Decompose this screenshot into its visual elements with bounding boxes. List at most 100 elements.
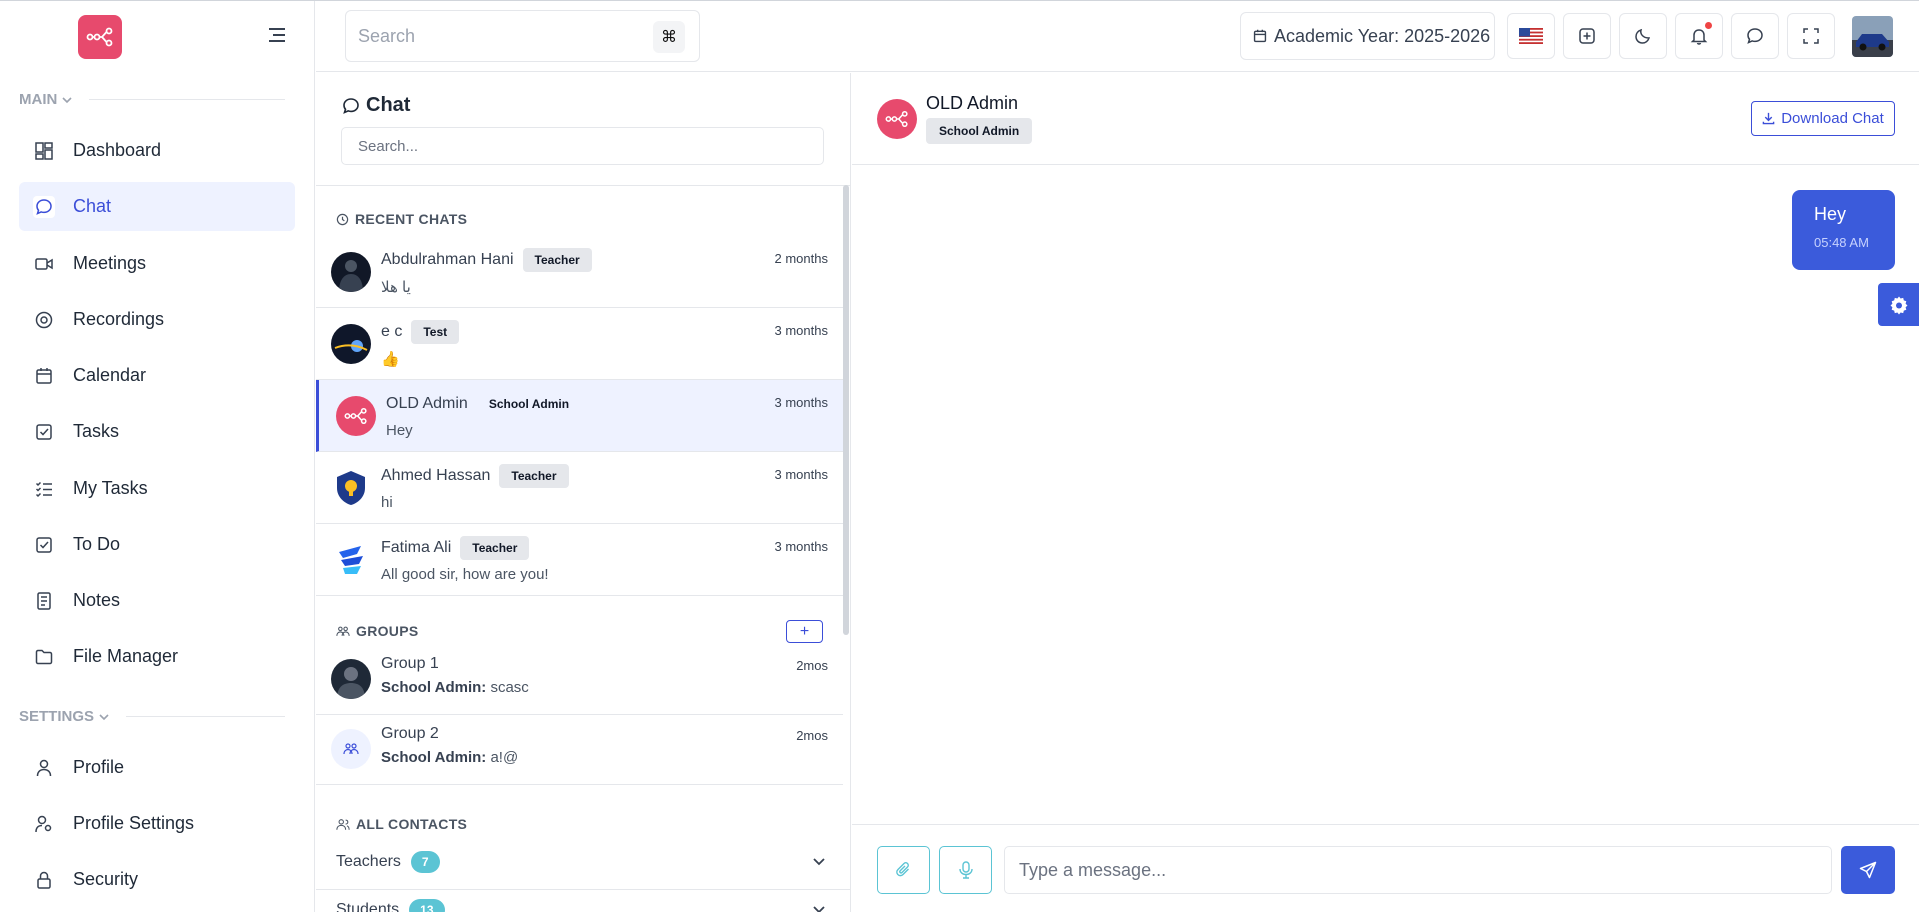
contact-group-students[interactable]: Students 13 xyxy=(336,899,826,912)
conversation-panel: OLD Admin School Admin Download Chat Hey… xyxy=(852,73,1919,912)
video-icon xyxy=(33,253,55,275)
settings-gear-button[interactable] xyxy=(1878,283,1919,326)
role-badge: School Admin xyxy=(488,397,570,411)
us-flag-icon xyxy=(1519,28,1543,44)
top-bar: Search ⌘ Academic Year: 2025-2026 xyxy=(316,1,1919,72)
avatar xyxy=(331,659,371,699)
sidebar-item-dashboard[interactable]: Dashboard xyxy=(19,126,295,175)
fullscreen-button[interactable] xyxy=(1787,13,1835,59)
message-bubble: Hey 05:48 AM xyxy=(1792,190,1895,270)
last-message: يا هلا xyxy=(381,279,411,296)
chat-row[interactable]: Ahmed Hassan Teacher hi 3 months xyxy=(316,452,843,524)
sidebar-item-label: Tasks xyxy=(73,421,120,441)
sidebar-item-profile-settings[interactable]: Profile Settings xyxy=(19,799,295,848)
message-time: 3 months xyxy=(774,323,828,338)
section-settings[interactable]: SETTINGS xyxy=(19,708,285,725)
download-chat-button[interactable]: Download Chat xyxy=(1751,101,1895,136)
bell-icon xyxy=(1690,29,1708,45)
chat-search-input[interactable]: Search... xyxy=(341,127,824,165)
last-message: School Admin: scasc xyxy=(381,679,529,696)
user-settings-icon xyxy=(33,813,55,835)
send-icon xyxy=(1859,861,1877,879)
last-message: School Admin: a!@ xyxy=(381,749,518,766)
messages-button[interactable] xyxy=(1731,13,1779,59)
add-group-button[interactable]: + xyxy=(786,620,823,643)
attach-button[interactable] xyxy=(877,846,930,894)
chat-list-scrollbar[interactable] xyxy=(843,185,849,635)
avatar xyxy=(336,396,376,436)
sidebar-item-chat[interactable]: Chat xyxy=(19,182,295,231)
notification-dot xyxy=(1705,22,1712,29)
conversation-header: OLD Admin School Admin Download Chat xyxy=(852,73,1919,165)
chat-row[interactable]: Fatima Ali Teacher All good sir, how are … xyxy=(316,524,843,596)
language-button[interactable] xyxy=(1507,13,1555,59)
sidebar-item-security[interactable]: Security xyxy=(19,855,295,904)
command-shortcut-icon: ⌘ xyxy=(653,21,685,53)
chat-icon xyxy=(1747,28,1763,44)
sidebar-item-my-tasks[interactable]: My Tasks xyxy=(19,464,295,513)
role-badge: Teacher xyxy=(522,248,592,272)
chevron-down-icon xyxy=(62,96,72,103)
academic-year-button[interactable]: Academic Year: 2025-2026 xyxy=(1240,12,1495,60)
group-row[interactable]: Group 1 School Admin: scasc 2mos xyxy=(316,645,843,715)
global-search-input[interactable]: Search ⌘ xyxy=(345,10,700,62)
notes-icon xyxy=(33,590,55,612)
menu-toggle-icon[interactable] xyxy=(268,27,286,43)
message-time: 3 months xyxy=(774,539,828,554)
section-main[interactable]: MAIN xyxy=(19,91,285,108)
sidebar-item-file-manager[interactable]: File Manager xyxy=(19,632,295,681)
groups-label: GROUPS xyxy=(356,623,419,639)
message-text: Hey xyxy=(1814,204,1847,224)
search-placeholder: Search xyxy=(358,25,416,46)
sidebar-item-meetings[interactable]: Meetings xyxy=(19,239,295,288)
avatar xyxy=(331,324,371,364)
user-icon xyxy=(33,757,55,779)
notifications-button[interactable] xyxy=(1675,13,1723,59)
fullscreen-icon xyxy=(1803,28,1819,44)
sidebar-item-todo[interactable]: To Do xyxy=(19,520,295,569)
sidebar-item-tasks[interactable]: Tasks xyxy=(19,407,295,456)
conversation-name: OLD Admin xyxy=(926,93,1019,113)
chat-icon xyxy=(343,97,359,114)
message-input[interactable]: Type a message... xyxy=(1004,846,1832,894)
chat-row[interactable]: e c Test 👍 3 months xyxy=(316,308,843,380)
contact-group-teachers[interactable]: Teachers 7 xyxy=(336,851,826,873)
section-settings-label: SETTINGS xyxy=(19,708,95,725)
sidebar-item-label: To Do xyxy=(73,534,121,554)
chat-list-panel: Chat Search... RECENT CHATS Abdulrahman … xyxy=(316,73,851,912)
checkbox-icon xyxy=(33,534,55,556)
chevron-down-icon xyxy=(813,906,825,912)
app-logo[interactable] xyxy=(78,15,122,59)
chat-search-placeholder: Search... xyxy=(358,137,419,155)
sidebar-item-label: Recordings xyxy=(73,309,165,329)
avatar xyxy=(877,99,917,139)
contact-name: Abdulrahman Hani xyxy=(381,251,514,268)
message-composer: Type a message... xyxy=(852,824,1919,912)
all-contacts-label: ALL CONTACTS xyxy=(356,816,468,832)
section-main-label: MAIN xyxy=(19,91,58,108)
add-button[interactable] xyxy=(1563,13,1611,59)
sidebar-item-calendar[interactable]: Calendar xyxy=(19,351,295,400)
message-sender: School Admin: xyxy=(381,749,487,766)
car-photo-icon xyxy=(1852,16,1893,57)
sidebar-item-recordings[interactable]: Recordings xyxy=(19,295,295,344)
group-row[interactable]: Group 2 School Admin: a!@ 2mos xyxy=(316,715,843,785)
voice-record-button[interactable] xyxy=(939,846,992,894)
sidebar-item-profile[interactable]: Profile xyxy=(19,743,295,792)
folder-icon xyxy=(33,646,55,668)
message-time: 3 months xyxy=(774,395,828,410)
message-time: 2mos xyxy=(796,658,828,673)
contacts-icon xyxy=(336,818,350,830)
download-chat-label: Download Chat xyxy=(1781,110,1884,127)
paperclip-icon xyxy=(895,862,909,877)
user-avatar[interactable] xyxy=(1852,16,1893,57)
message-sender: School Admin: xyxy=(381,679,487,696)
chevron-down-icon xyxy=(813,858,825,866)
checkbox-icon xyxy=(33,421,55,443)
send-button[interactable] xyxy=(1841,846,1895,894)
theme-toggle-button[interactable] xyxy=(1619,13,1667,59)
chat-row-active[interactable]: OLD Admin School Admin Hey 3 months xyxy=(316,380,843,452)
chat-row[interactable]: Abdulrahman Hani Teacher يا هلا 2 months xyxy=(316,236,843,308)
last-message: 👍 xyxy=(381,351,400,368)
sidebar-item-notes[interactable]: Notes xyxy=(19,576,295,625)
